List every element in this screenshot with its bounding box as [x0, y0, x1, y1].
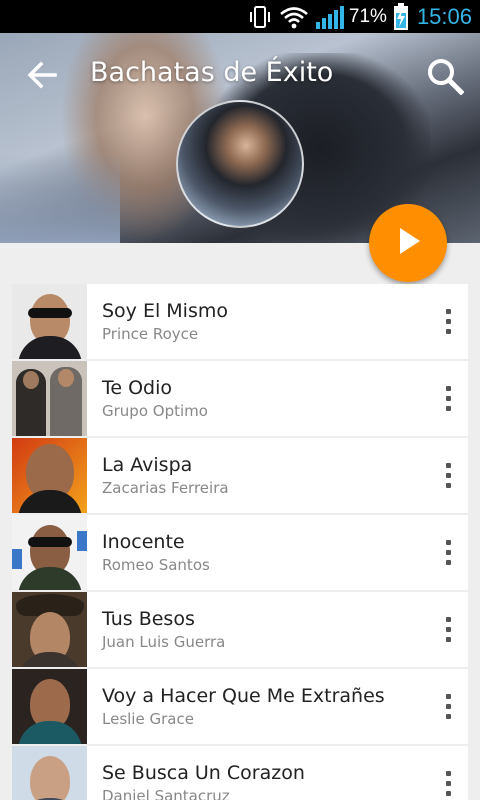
wifi-icon [279, 5, 309, 29]
more-options-button[interactable] [428, 592, 468, 667]
song-title: Soy El Mismo [102, 299, 228, 322]
signal-icon [315, 4, 345, 30]
more-options-button[interactable] [428, 515, 468, 590]
more-options-button[interactable] [428, 284, 468, 359]
song-title: La Avispa [102, 453, 193, 476]
more-options-button[interactable] [428, 669, 468, 744]
more-vert-icon [445, 771, 451, 796]
song-title: Inocente [102, 530, 185, 553]
header-background-light [0, 153, 120, 243]
song-thumbnail [12, 669, 87, 744]
list-item[interactable]: La Avispa Zacarias Ferreira [12, 438, 468, 513]
search-button[interactable] [420, 53, 470, 103]
list-item[interactable]: Tus Besos Juan Luis Guerra [12, 592, 468, 667]
battery-charging-icon [393, 2, 409, 31]
battery-percent: 71% [348, 5, 387, 27]
song-thumbnail [12, 284, 87, 359]
search-icon [426, 57, 465, 99]
more-vert-icon [445, 386, 451, 411]
song-thumbnail [12, 515, 87, 590]
song-title: Tus Besos [102, 607, 195, 630]
play-icon [392, 225, 424, 261]
song-title: Te Odio [102, 376, 173, 399]
back-button[interactable] [20, 55, 64, 99]
song-artist: Juan Luis Guerra [102, 632, 226, 651]
more-vert-icon [445, 694, 451, 719]
more-options-button[interactable] [428, 438, 468, 513]
playlist-title: Bachatas de Éxito [90, 57, 334, 88]
list-item[interactable]: Soy El Mismo Prince Royce [12, 284, 468, 359]
more-vert-icon [445, 617, 451, 642]
song-artist: Prince Royce [102, 324, 199, 343]
list-item[interactable]: Te Odio Grupo Optimo [12, 361, 468, 436]
list-item[interactable]: Se Busca Un Corazon Daniel Santacruz [12, 746, 468, 800]
more-options-button[interactable] [428, 746, 468, 800]
song-thumbnail [12, 438, 87, 513]
more-vert-icon [445, 463, 451, 488]
more-options-button[interactable] [428, 361, 468, 436]
list-item[interactable]: Inocente Romeo Santos [12, 515, 468, 590]
song-title: Se Busca Un Corazon [102, 761, 305, 784]
more-vert-icon [445, 540, 451, 565]
song-list: Soy El Mismo Prince Royce Te Odio Grupo … [12, 284, 468, 800]
status-bar: 71% 15:06 [0, 0, 480, 33]
song-thumbnail [12, 592, 87, 667]
arrow-back-icon [25, 58, 59, 96]
song-title: Voy a Hacer Que Me Extrañes [102, 684, 385, 707]
clock: 15:06 [416, 3, 472, 29]
song-artist: Leslie Grace [102, 709, 194, 728]
playlist-cover-avatar [176, 100, 304, 228]
song-thumbnail [12, 361, 87, 436]
song-thumbnail [12, 746, 87, 800]
song-artist: Daniel Santacruz [102, 786, 230, 800]
vibrate-icon [247, 4, 273, 30]
song-artist: Romeo Santos [102, 555, 210, 574]
list-item[interactable]: Voy a Hacer Que Me Extrañes Leslie Grace [12, 669, 468, 744]
play-button[interactable] [369, 204, 447, 282]
song-artist: Grupo Optimo [102, 401, 208, 420]
more-vert-icon [445, 309, 451, 334]
song-artist: Zacarias Ferreira [102, 478, 229, 497]
